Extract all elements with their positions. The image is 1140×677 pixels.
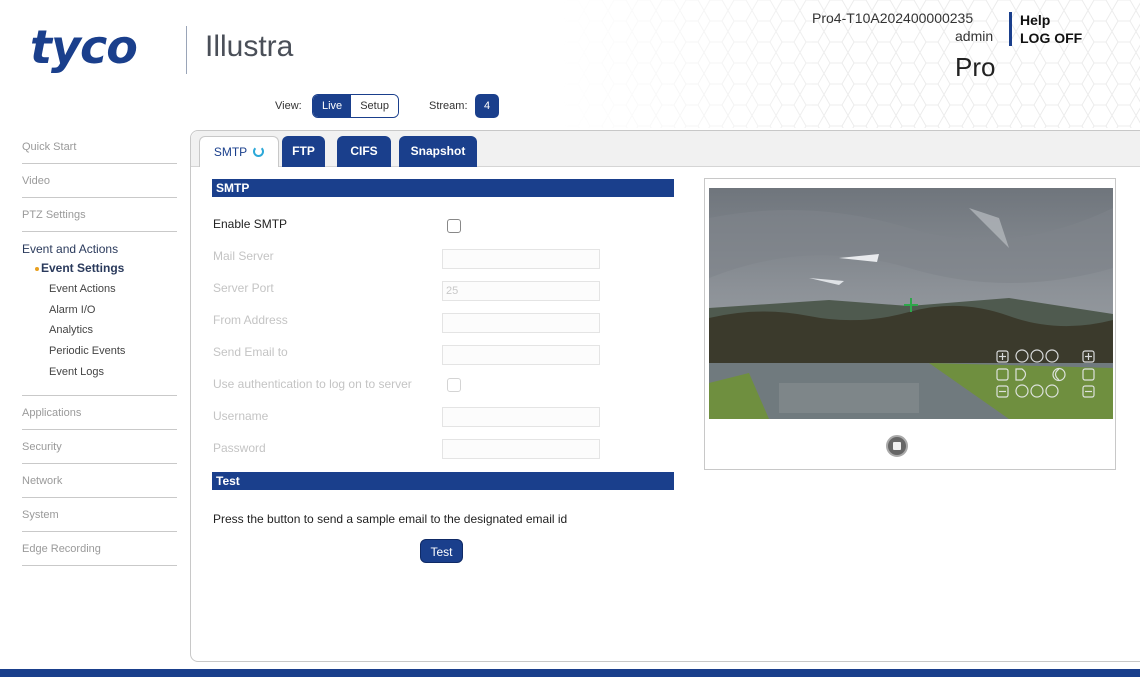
sidebar-item-network[interactable]: Network: [22, 464, 177, 498]
sidebar-subitem-alarm-io[interactable]: Alarm I/O: [22, 300, 177, 321]
header-divider: [1009, 12, 1012, 46]
tyco-logo: tyco: [30, 20, 138, 74]
sidebar-item-ptz-settings[interactable]: PTZ Settings: [22, 198, 177, 232]
password-input[interactable]: [442, 439, 600, 459]
from-address-input[interactable]: [442, 313, 600, 333]
sidebar-subitem-event-logs[interactable]: Event Logs: [22, 362, 177, 383]
auth-checkbox[interactable]: [447, 378, 461, 392]
user-name: admin: [955, 28, 994, 44]
sidebar-subitem-analytics[interactable]: Analytics: [22, 320, 177, 341]
view-label: View:: [275, 100, 302, 112]
sidebar-subitem-periodic-events[interactable]: Periodic Events: [22, 341, 177, 362]
server-port-input[interactable]: [442, 281, 600, 301]
sidebar-subitem-event-actions[interactable]: Event Actions: [22, 279, 177, 300]
stop-icon[interactable]: [886, 435, 908, 457]
camera-video-feed[interactable]: [709, 188, 1113, 419]
tab-snapshot[interactable]: Snapshot: [399, 136, 477, 167]
tab-label: SMTP: [213, 145, 248, 159]
stream-selector[interactable]: 4: [475, 94, 499, 118]
main-panel: SMTP FTP CIFS Snapshot SMTP Enable SMTP …: [190, 130, 1140, 662]
stream-label: Stream:: [429, 100, 468, 112]
sidebar-item-quick-start[interactable]: Quick Start: [22, 130, 177, 164]
auth-label: Use authentication to log on to server: [213, 377, 412, 391]
header: tyco Illustra View: Live Setup Stream: 4…: [0, 0, 1140, 128]
view-toggle: Live Setup: [312, 94, 399, 118]
tab-strip: SMTP FTP CIFS Snapshot: [191, 131, 1140, 167]
smtp-section-header: SMTP: [212, 179, 674, 197]
sidebar-item-event-and-actions[interactable]: Event and Actions: [22, 240, 177, 258]
view-setup-button[interactable]: Setup: [351, 95, 398, 117]
sidebar-item-system[interactable]: System: [22, 498, 177, 532]
sidebar-subitem-label: Event Settings: [41, 261, 125, 275]
username-input[interactable]: [442, 407, 600, 427]
server-port-label: Server Port: [213, 281, 274, 295]
send-email-label: Send Email to: [213, 345, 288, 359]
test-section-header: Test: [212, 472, 674, 490]
logo-divider: [186, 26, 187, 74]
product-name: Pro: [955, 52, 996, 82]
test-button[interactable]: Test: [420, 539, 463, 563]
tab-cifs[interactable]: CIFS: [337, 136, 391, 167]
mail-server-label: Mail Server: [213, 249, 274, 263]
from-address-label: From Address: [213, 313, 288, 327]
device-name: Pro4-T10A202400000235: [812, 10, 974, 26]
test-description: Press the button to send a sample email …: [213, 512, 568, 526]
enable-smtp-checkbox[interactable]: [447, 219, 461, 233]
password-label: Password: [213, 441, 266, 455]
sidebar-item-applications[interactable]: Applications: [22, 396, 177, 430]
active-bullet-icon: [35, 267, 39, 271]
illustra-logo: Illustra: [205, 30, 294, 63]
sidebar: Quick Start Video PTZ Settings Event and…: [22, 130, 177, 566]
help-link[interactable]: Help: [1020, 12, 1050, 28]
footer-bar: [0, 669, 1140, 677]
sidebar-item-edge-recording[interactable]: Edge Recording: [22, 532, 177, 566]
tab-smtp[interactable]: SMTP: [199, 136, 279, 167]
refresh-icon[interactable]: [253, 146, 265, 157]
username-label: Username: [213, 409, 269, 423]
sidebar-item-security[interactable]: Security: [22, 430, 177, 464]
live-view-panel: [704, 178, 1116, 470]
tab-ftp[interactable]: FTP: [282, 136, 325, 167]
mail-server-input[interactable]: [442, 249, 600, 269]
view-live-button[interactable]: Live: [313, 95, 352, 117]
send-email-input[interactable]: [442, 345, 600, 365]
enable-smtp-label: Enable SMTP: [213, 217, 288, 231]
sidebar-item-video[interactable]: Video: [22, 164, 177, 198]
sidebar-group-event-and-actions: Event and Actions Event Settings Event A…: [22, 232, 177, 396]
sidebar-subitem-event-settings[interactable]: Event Settings: [22, 258, 177, 279]
logoff-link[interactable]: LOG OFF: [1020, 30, 1082, 46]
